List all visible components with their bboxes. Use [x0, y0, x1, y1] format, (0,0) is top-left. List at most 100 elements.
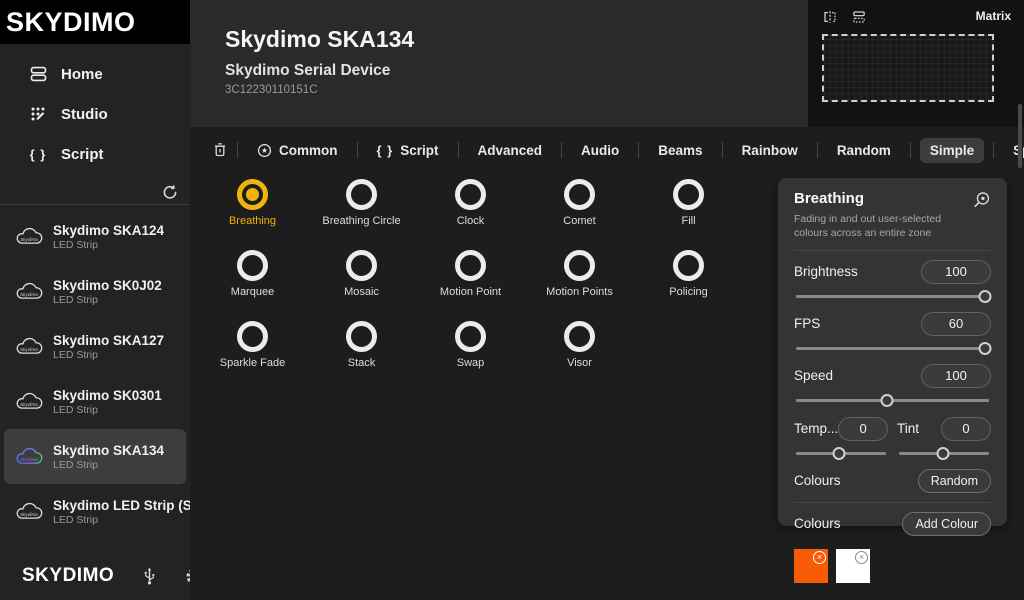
flip-vertical-icon [851, 9, 867, 25]
radio-circle-icon [455, 321, 486, 352]
device-row-skydimo-ska124[interactable]: Skydimo Skydimo SKA124 LED Strip [4, 209, 186, 264]
slider[interactable] [794, 290, 991, 303]
tab-advanced[interactable]: Advanced [468, 138, 553, 163]
device-row-skydimo-ska134[interactable]: Skydimo Skydimo SKA134 LED Strip [4, 429, 186, 484]
home-icon [29, 65, 48, 83]
effect-breathing-circle[interactable]: Breathing Circle [307, 175, 416, 246]
effect-marquee[interactable]: Marquee [198, 246, 307, 317]
effect-breathing[interactable]: Breathing [198, 175, 307, 246]
cloud-icon: Skydimo [13, 392, 45, 412]
effect-comet[interactable]: Comet [525, 175, 634, 246]
slider-thumb[interactable] [880, 394, 893, 407]
flip-vertical-button[interactable] [851, 9, 867, 25]
flip-horizontal-button[interactable] [822, 9, 838, 25]
tab-list: Common { } Script Advanced Audio Beams R… [228, 138, 1024, 163]
slider-thumb[interactable] [937, 447, 950, 460]
star-circle-icon [257, 143, 272, 158]
add-colour-button[interactable]: Add Colour [902, 512, 991, 536]
slider[interactable] [897, 447, 991, 460]
colour-swatch[interactable]: × [836, 549, 870, 583]
tab-script[interactable]: { } Script [367, 138, 449, 163]
random-colours-button[interactable]: Random [918, 469, 991, 493]
tab-separator [458, 142, 459, 158]
device-name: Skydimo SKA127 [53, 333, 164, 348]
effect-clock[interactable]: Clock [416, 175, 525, 246]
remove-colour-icon[interactable]: × [855, 551, 868, 564]
slider-thumb[interactable] [979, 342, 992, 355]
slider-value-field[interactable]: 60 [921, 312, 991, 336]
radio-circle-icon [237, 179, 268, 210]
effect-stack[interactable]: Stack [307, 317, 416, 388]
radio-circle-icon [346, 321, 377, 352]
tab-audio[interactable]: Audio [571, 138, 629, 163]
usb-icon [140, 566, 159, 586]
effect-policing[interactable]: Policing [634, 246, 743, 317]
slider-value-field[interactable]: 100 [921, 260, 991, 284]
device-row-skydimo-ska127[interactable]: Skydimo Skydimo SKA127 LED Strip [4, 319, 186, 374]
slider[interactable] [794, 342, 991, 355]
tab-separator [910, 142, 911, 158]
scrollbar[interactable] [1018, 104, 1022, 168]
delete-button[interactable] [212, 142, 228, 158]
sidebar-item-home[interactable]: Home [0, 54, 190, 94]
tab-random[interactable]: Random [827, 138, 901, 163]
effect-label: Breathing Circle [322, 215, 400, 227]
device-name: Skydimo SK0301 [53, 388, 162, 403]
slider[interactable] [794, 394, 991, 407]
slider[interactable] [794, 447, 888, 460]
slider-value-field[interactable]: 0 [941, 417, 991, 441]
device-row-skydimo-sk0301[interactable]: Skydimo Skydimo SK0301 LED Strip [4, 374, 186, 429]
effect-fill[interactable]: Fill [634, 175, 743, 246]
svg-text:Skydimo: Skydimo [20, 456, 38, 461]
page-title: Skydimo SKA134 [225, 26, 414, 53]
magnifier-eye-icon [972, 191, 991, 210]
slider-value-field[interactable]: 0 [838, 417, 888, 441]
colour-swatch[interactable]: × [794, 549, 828, 583]
slider-label: FPS [794, 316, 820, 331]
effect-swap[interactable]: Swap [416, 317, 525, 388]
effect-label: Sparkle Fade [220, 357, 285, 369]
tab-separator [237, 142, 238, 158]
effect-motion-point[interactable]: Motion Point [416, 246, 525, 317]
tab-rainbow[interactable]: Rainbow [732, 138, 808, 163]
slider-thumb[interactable] [833, 447, 846, 460]
tab-common[interactable]: Common [247, 138, 348, 163]
slider-thumb[interactable] [979, 290, 992, 303]
effect-motion-points[interactable]: Motion Points [525, 246, 634, 317]
device-row-skydimo-sk0j02[interactable]: Skydimo Skydimo SK0J02 LED Strip [4, 264, 186, 319]
cloud-icon: Skydimo [13, 282, 45, 302]
tab-separator [638, 142, 639, 158]
remove-colour-icon[interactable]: × [813, 551, 826, 564]
device-name: Skydimo SK0J02 [53, 278, 162, 293]
matrix-preview-area[interactable] [822, 34, 994, 102]
slider-track[interactable] [796, 295, 989, 298]
effect-sparkle-fade[interactable]: Sparkle Fade [198, 317, 307, 388]
device-name: Skydimo SKA124 [53, 223, 164, 238]
cloud-icon: Skydimo [13, 447, 45, 467]
slider-tint: Tint 0 [897, 417, 991, 460]
radio-circle-icon [237, 321, 268, 352]
tab-beams[interactable]: Beams [648, 138, 712, 163]
svg-text:Skydimo: Skydimo [20, 346, 38, 351]
refresh-devices-button[interactable] [160, 182, 190, 202]
radio-circle-icon [564, 179, 595, 210]
refresh-icon [162, 184, 178, 200]
effect-label: Comet [563, 215, 595, 227]
sidebar-item-script[interactable]: { } Script [0, 134, 190, 174]
effect-visor[interactable]: Visor [525, 317, 634, 388]
tab-separator [817, 142, 818, 158]
effect-label: Marquee [231, 286, 274, 298]
usb-button[interactable] [140, 566, 159, 586]
preview-zoom-button[interactable] [972, 191, 991, 210]
studio-icon [29, 105, 48, 123]
device-list-header [0, 182, 190, 205]
effect-label: Fill [681, 215, 695, 227]
slider-value-field[interactable]: 100 [921, 364, 991, 388]
tab-simple[interactable]: Simple [920, 138, 984, 163]
svg-text:Skydimo: Skydimo [20, 401, 38, 406]
sidebar-item-studio[interactable]: Studio [0, 94, 190, 134]
device-row-skydimo-led-strip-se[interactable]: Skydimo Skydimo LED Strip (Se... LED Str… [4, 484, 186, 539]
radio-circle-icon [237, 250, 268, 281]
slider-track[interactable] [796, 347, 989, 350]
effect-mosaic[interactable]: Mosaic [307, 246, 416, 317]
